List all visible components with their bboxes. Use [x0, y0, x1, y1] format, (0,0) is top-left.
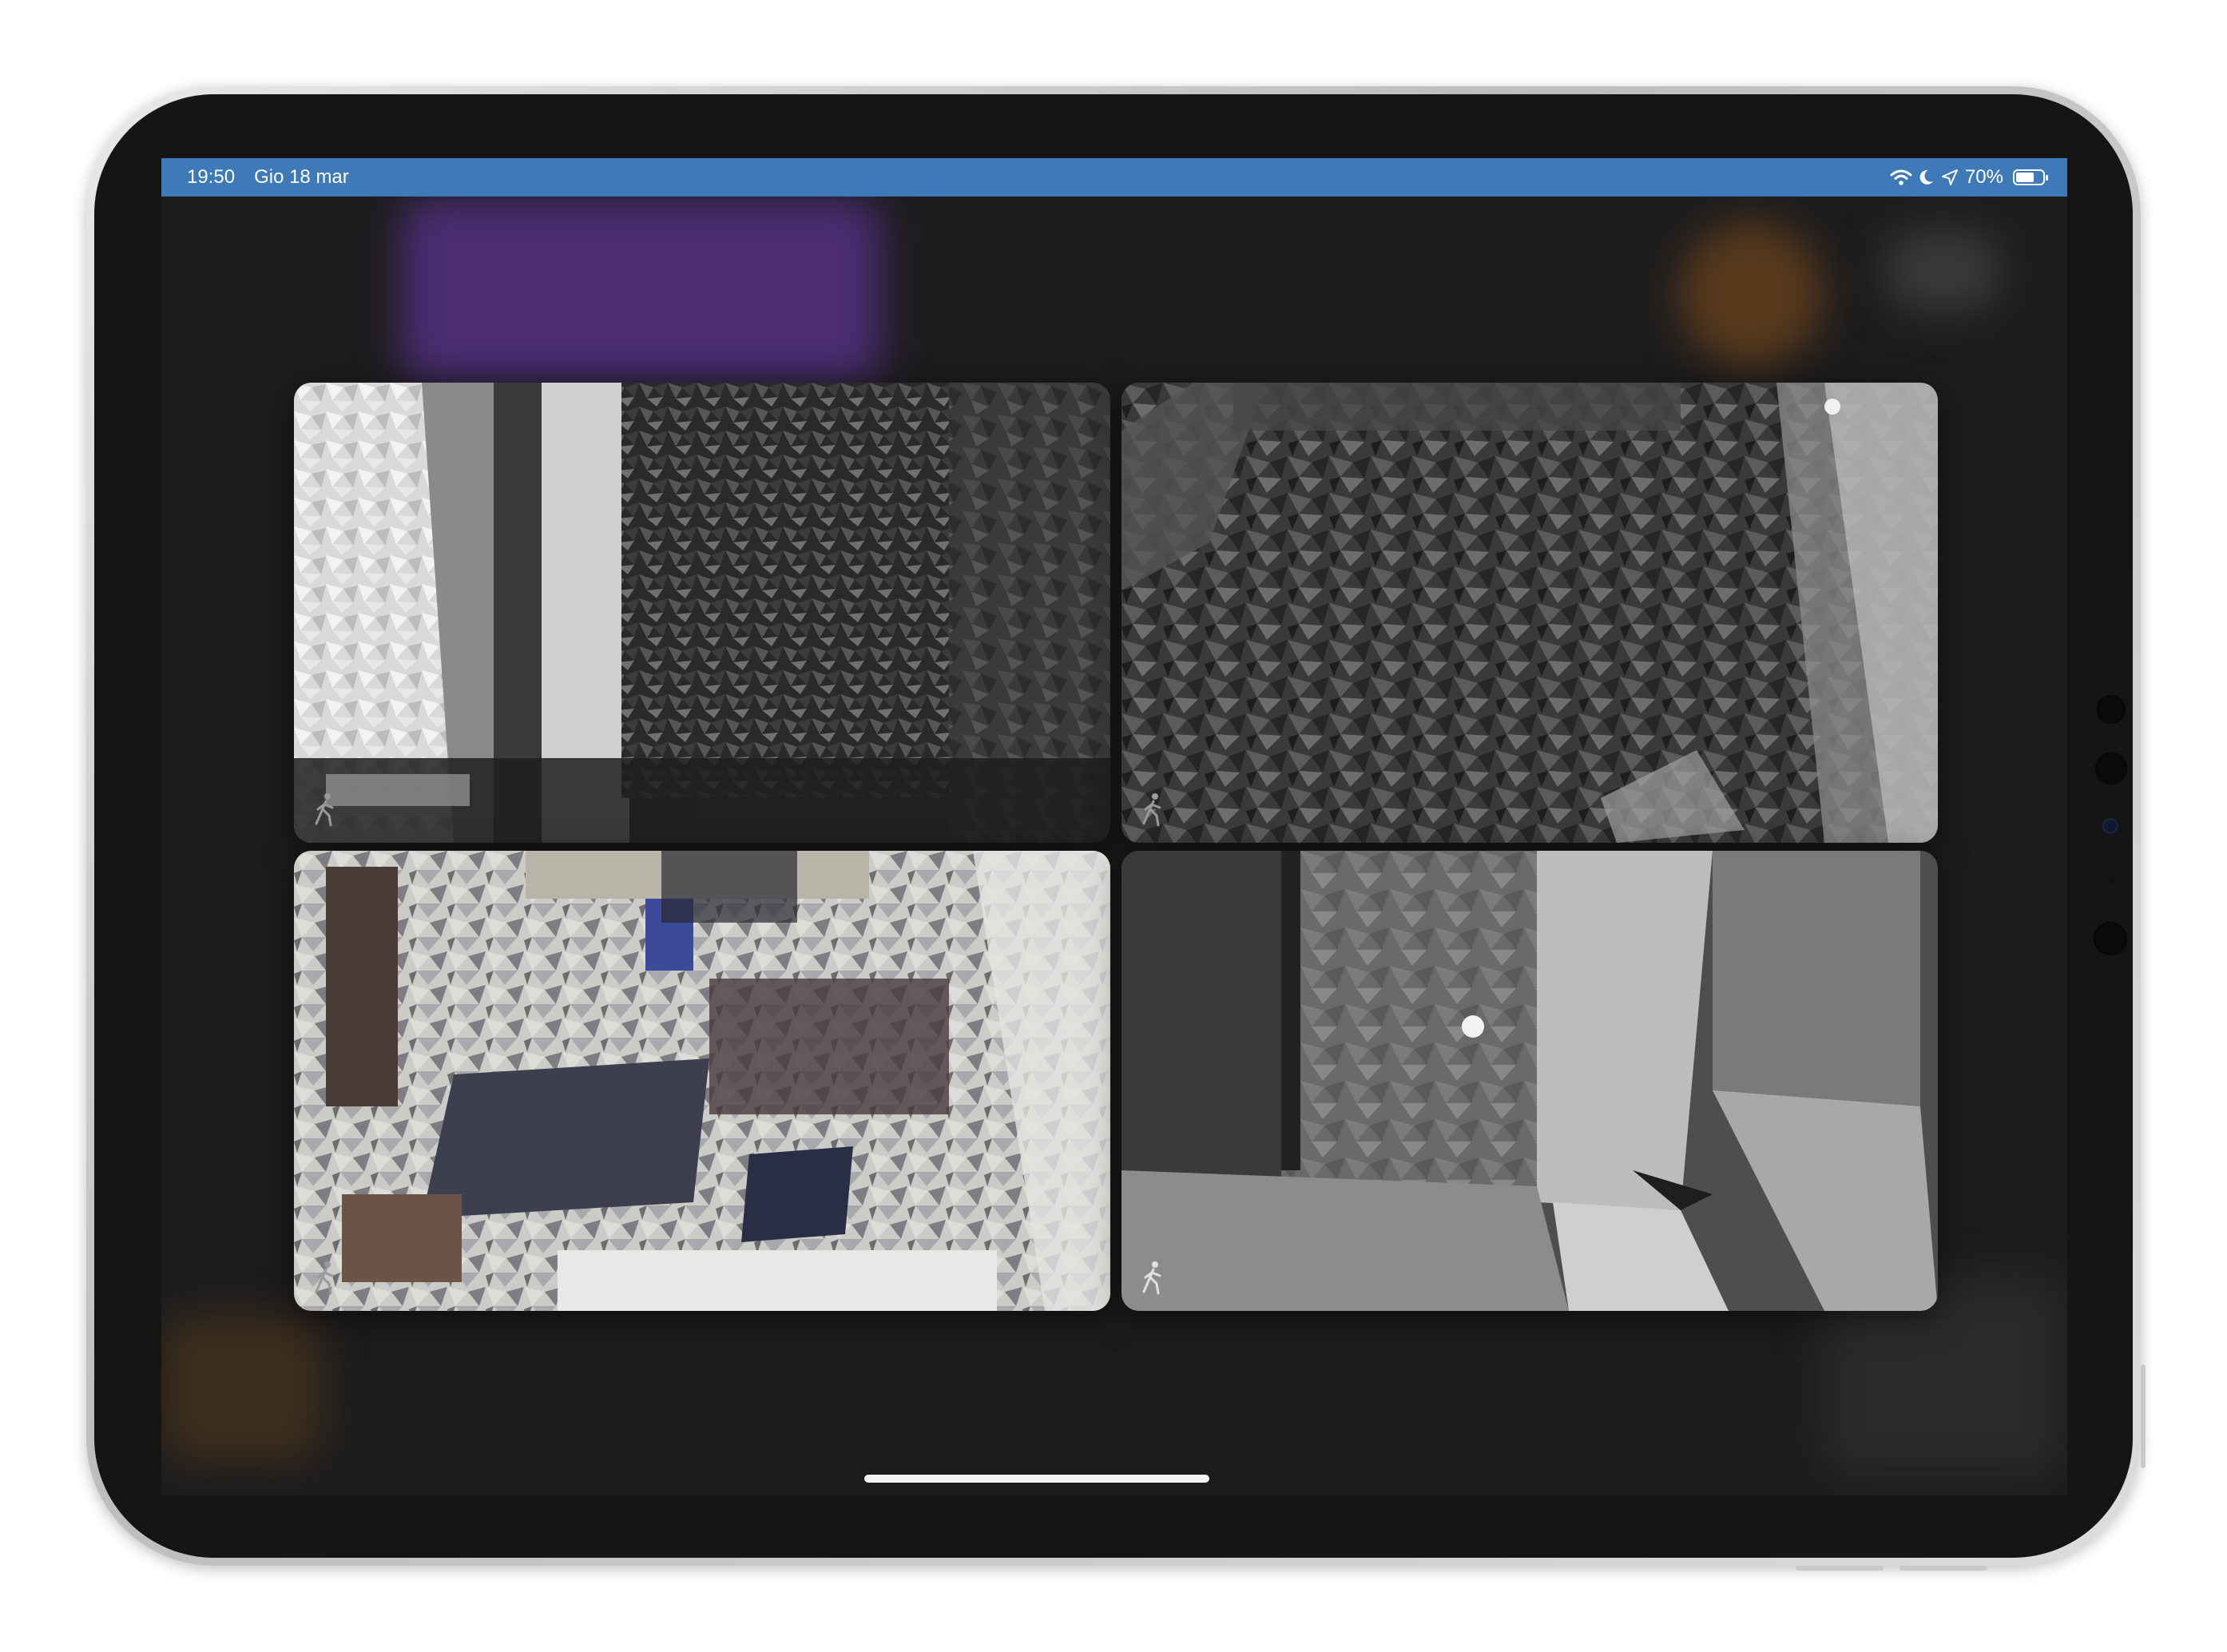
camera-sensor	[2094, 922, 2127, 955]
ambient-light-sensor	[2109, 879, 2114, 884]
moon-icon	[1919, 169, 1935, 186]
camera-3-image	[294, 851, 1110, 1311]
location-arrow-icon	[1941, 169, 1959, 186]
wifi-icon	[1890, 169, 1912, 186]
blurred-background-tile	[161, 1316, 321, 1460]
camera-feed-1[interactable]	[294, 383, 1110, 843]
status-date: Gio 18 mar	[254, 166, 349, 188]
motion-person-icon	[315, 793, 334, 827]
blurred-background-tile	[401, 198, 880, 382]
status-bar: 19:50 Gio 18 mar 70%	[161, 158, 2067, 197]
status-time: 19:50	[187, 166, 236, 188]
camera-feed-4[interactable]	[1121, 851, 1938, 1311]
camera-grid	[294, 383, 1938, 1311]
battery-fill	[2016, 173, 2034, 182]
motion-person-icon	[315, 1261, 334, 1295]
battery-percentage: 70%	[1964, 166, 2003, 188]
camera-2-image	[1121, 383, 1938, 843]
camera-sensor	[2097, 695, 2126, 724]
camera-sensor	[2095, 753, 2127, 784]
front-camera-lens	[2104, 820, 2117, 832]
home-indicator[interactable]	[864, 1475, 1209, 1483]
side-button	[1900, 1566, 1987, 1571]
camera-1-image	[294, 383, 1110, 843]
battery-icon	[2013, 169, 2048, 185]
side-button	[1796, 1566, 1884, 1571]
camera-feed-3[interactable]	[294, 851, 1110, 1311]
motion-person-icon	[1142, 1261, 1161, 1295]
blurred-background-tile	[1679, 222, 1823, 366]
blurred-background-tile	[1887, 230, 1999, 310]
motion-person-icon	[1142, 793, 1161, 827]
camera-4-image	[1121, 851, 1938, 1311]
device-screen: 19:50 Gio 18 mar 70%	[161, 158, 2067, 1495]
camera-feed-2[interactable]	[1121, 383, 1938, 843]
volume-button	[2141, 1364, 2146, 1468]
